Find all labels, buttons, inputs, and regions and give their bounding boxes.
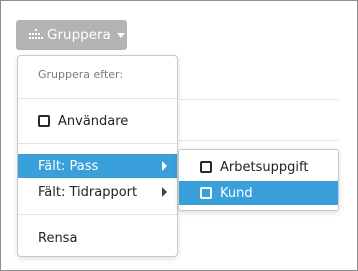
chevron-right-icon	[162, 187, 167, 197]
menu-divider	[18, 143, 177, 144]
falt-pass-submenu: Arbetsuppgift Kund	[178, 149, 339, 211]
submenu-item-label: Arbetsuppgift	[220, 159, 309, 175]
submenu-item-label: Kund	[220, 185, 253, 201]
menu-item-label: Fält: Pass	[38, 158, 99, 174]
background-divider	[179, 140, 338, 141]
menu-item-label: Fält: Tidrapport	[38, 184, 138, 200]
group-by-menu: Gruppera efter: Användare Fält: Pass Fäl…	[17, 55, 178, 257]
menu-divider	[18, 214, 177, 215]
menu-item-label: Användare	[58, 113, 129, 129]
checkbox-icon[interactable]	[200, 187, 212, 199]
bar-chart-icon	[29, 29, 43, 41]
menu-item-falt-tidrapport[interactable]: Fält: Tidrapport	[18, 180, 177, 204]
chevron-right-icon	[162, 161, 167, 171]
submenu-item-arbetsuppgift[interactable]: Arbetsuppgift	[179, 155, 338, 179]
checkbox-icon[interactable]	[200, 161, 212, 173]
menu-item-rensa[interactable]: Rensa	[18, 226, 177, 250]
menu-item-anvandare[interactable]: Användare	[18, 109, 177, 133]
group-by-button[interactable]: Gruppera	[16, 20, 127, 50]
menu-header: Gruppera efter:	[38, 68, 124, 81]
submenu-item-kund[interactable]: Kund	[179, 181, 338, 205]
menu-divider	[18, 98, 177, 99]
checkbox-icon[interactable]	[38, 115, 50, 127]
background-divider	[179, 99, 338, 100]
menu-item-falt-pass[interactable]: Fält: Pass	[18, 154, 177, 178]
caret-down-icon	[116, 32, 125, 38]
menu-item-label: Rensa	[38, 230, 78, 246]
group-by-button-label: Gruppera	[47, 27, 111, 43]
